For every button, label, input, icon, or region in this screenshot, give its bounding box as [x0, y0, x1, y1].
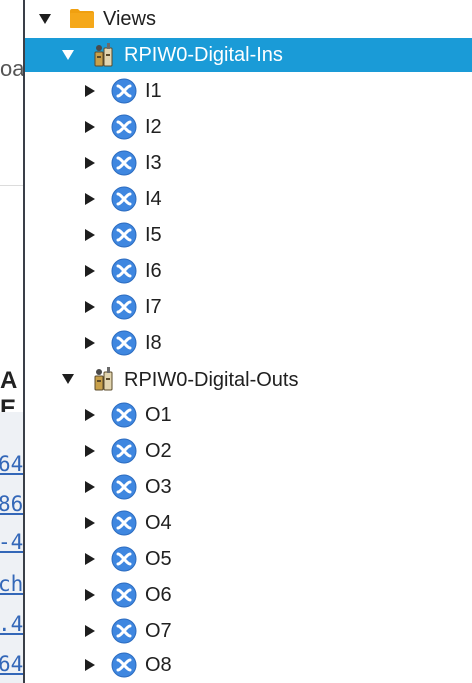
node-icon [111, 546, 137, 577]
tree-item-label: RPIW0-Digital-Outs [124, 369, 299, 391]
tree-item-label: I8 [145, 332, 162, 354]
folder-icon [69, 8, 95, 34]
background-link[interactable]: 64 [0, 652, 23, 676]
background-link[interactable]: ch [0, 572, 23, 596]
node-icon [111, 150, 137, 181]
tree-item-i6[interactable]: I6 [25, 253, 472, 289]
expand-arrow-icon[interactable] [85, 445, 95, 457]
tree-root-views[interactable]: Views [25, 1, 472, 37]
expand-arrow-icon[interactable] [85, 229, 95, 241]
node-icon [111, 510, 137, 541]
expand-arrow-icon[interactable] [85, 659, 95, 671]
expand-arrow-icon[interactable] [85, 337, 95, 349]
tree-group-digital-ins[interactable]: RPIW0-Digital-Ins [25, 38, 472, 72]
tree-item-o2[interactable]: O2 [25, 433, 472, 469]
node-icon [111, 114, 137, 145]
expand-arrow-icon[interactable] [85, 157, 95, 169]
node-icon [111, 186, 137, 217]
tree-item-i3[interactable]: I3 [25, 145, 472, 181]
tree-item-label: RPIW0-Digital-Ins [124, 44, 283, 66]
background-link[interactable]: .4 [0, 612, 23, 636]
expand-arrow-icon[interactable] [85, 265, 95, 277]
tree-item-i1[interactable]: I1 [25, 73, 472, 109]
tree-item-i8[interactable]: I8 [25, 325, 472, 361]
tree-item-o6[interactable]: O6 [25, 577, 472, 613]
expand-arrow-icon[interactable] [85, 85, 95, 97]
node-icon [111, 330, 137, 361]
expand-arrow-icon[interactable] [85, 517, 95, 529]
tree-item-label: I6 [145, 260, 162, 282]
tree-item-o4[interactable]: O4 [25, 505, 472, 541]
node-icon [111, 652, 137, 683]
tree-item-label: O7 [145, 620, 172, 642]
tree-item-label: I2 [145, 116, 162, 138]
device-icon [92, 42, 116, 73]
collapse-arrow-icon[interactable] [39, 14, 51, 24]
tree-item-label: O6 [145, 584, 172, 606]
expand-arrow-icon[interactable] [85, 553, 95, 565]
node-icon [111, 582, 137, 613]
expand-arrow-icon[interactable] [85, 589, 95, 601]
node-icon [111, 222, 137, 253]
tree-item-label: I1 [145, 80, 162, 102]
expand-arrow-icon[interactable] [85, 301, 95, 313]
tree-group-digital-outs[interactable]: RPIW0-Digital-Outs [25, 361, 472, 397]
tree-item-label: O3 [145, 476, 172, 498]
tree-item-label: O8 [145, 654, 172, 676]
background-link[interactable]: 64 [0, 452, 23, 476]
node-icon [111, 78, 137, 109]
device-icon [92, 366, 116, 397]
collapse-arrow-icon[interactable] [62, 374, 74, 384]
tree-item-label: O2 [145, 440, 172, 462]
background-link[interactable]: 86 [0, 492, 23, 516]
tree-item-i2[interactable]: I2 [25, 109, 472, 145]
tree-item-o5[interactable]: O5 [25, 541, 472, 577]
background-link[interactable]: -4 [0, 530, 23, 554]
tree-item-label: O1 [145, 404, 172, 426]
node-icon [111, 474, 137, 505]
node-icon [111, 618, 137, 649]
tree-item-label: I4 [145, 188, 162, 210]
node-icon [111, 294, 137, 325]
background-text-fragment: oa [0, 56, 25, 81]
tree-item-label: O5 [145, 548, 172, 570]
tree-item-o3[interactable]: O3 [25, 469, 472, 505]
expand-arrow-icon[interactable] [85, 481, 95, 493]
tree-item-o1[interactable]: O1 [25, 397, 472, 433]
tree-item-label: O4 [145, 512, 172, 534]
expand-arrow-icon[interactable] [85, 409, 95, 421]
tree-item-label: Views [103, 8, 156, 30]
node-icon [111, 402, 137, 433]
tree-item-label: I3 [145, 152, 162, 174]
tree-item-o7[interactable]: O7 [25, 613, 472, 649]
node-icon [111, 438, 137, 469]
tree-item-i4[interactable]: I4 [25, 181, 472, 217]
tree-item-label: I7 [145, 296, 162, 318]
tree-panel: Views RPIW0-Digital-Ins I1 I2 I3 I4 I5 I… [23, 0, 472, 683]
tree-item-i7[interactable]: I7 [25, 289, 472, 325]
expand-arrow-icon[interactable] [85, 193, 95, 205]
expand-arrow-icon[interactable] [85, 625, 95, 637]
expand-arrow-icon[interactable] [85, 121, 95, 133]
tree-item-i5[interactable]: I5 [25, 217, 472, 253]
tree-item-label: I5 [145, 224, 162, 246]
node-icon [111, 258, 137, 289]
tree-item-o8[interactable]: O8 [25, 647, 472, 683]
collapse-arrow-icon[interactable] [62, 50, 74, 60]
